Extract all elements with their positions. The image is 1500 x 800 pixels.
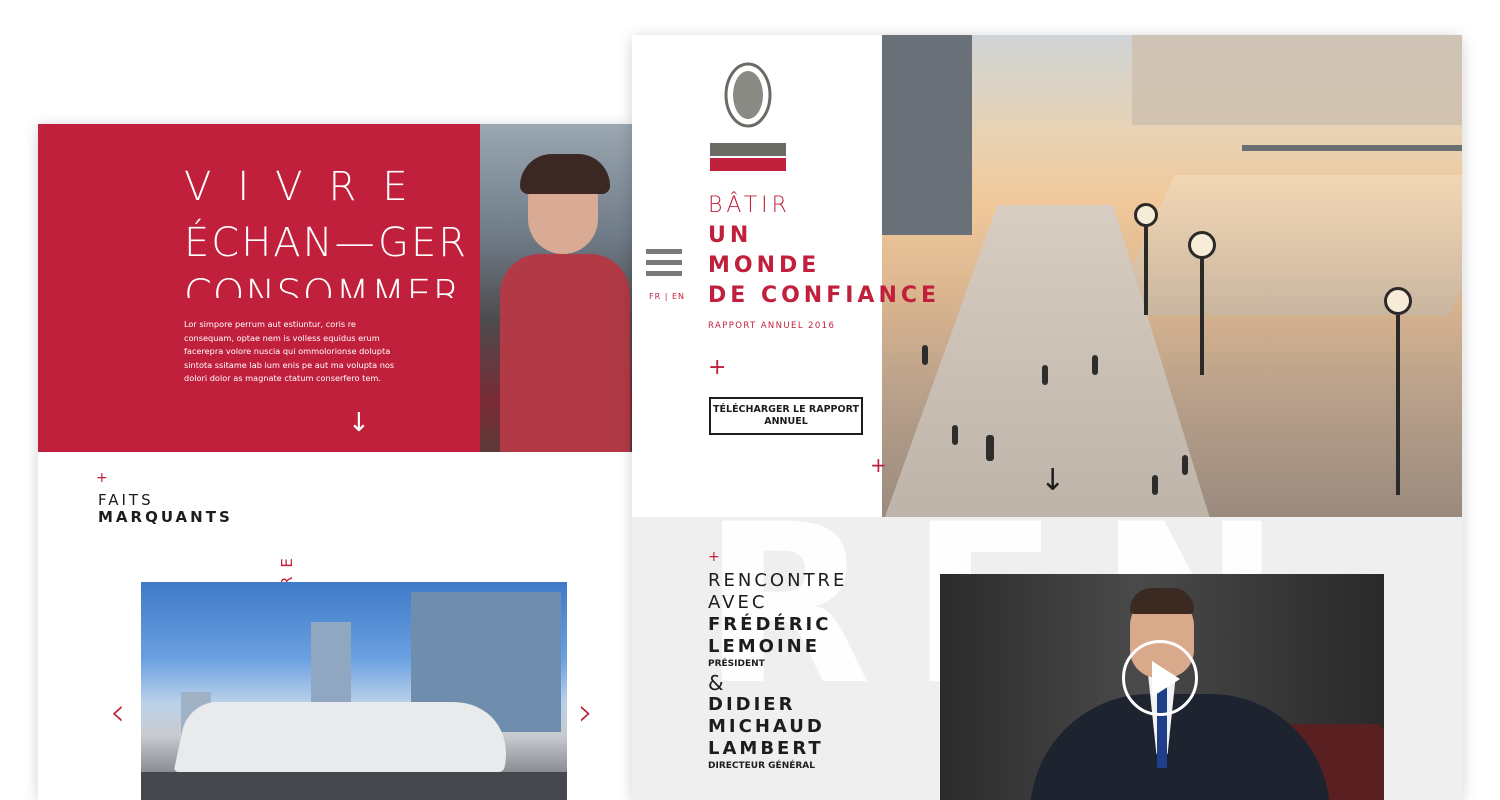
person2-middle-name: MICHAUD <box>708 716 825 737</box>
hero-woman-photo <box>480 124 632 452</box>
ampersand: & <box>708 671 724 695</box>
hero-word-echanger: ÉCHAN—GER <box>184 220 469 266</box>
download-report-button[interactable]: TÉLÉCHARGER LE RAPPORT ANNUEL <box>709 397 863 435</box>
headline-light: BÂTIR <box>708 193 791 218</box>
hero-body-text: Lor simpore perrum aut estiuntur, coris … <box>184 319 395 383</box>
language-switcher[interactable]: FR | EN <box>649 292 685 301</box>
person2-role: DIRECTEUR GÉNÉRAL <box>708 761 816 771</box>
left-page-mockup: VIVRE ÉCHAN—GER CONSOMMER Lor simpore pe… <box>38 124 632 800</box>
plus-icon: + <box>708 355 727 380</box>
meeting-title-line1: RENCONTRE <box>708 570 848 591</box>
play-video-icon[interactable] <box>1122 640 1198 716</box>
meeting-title-line2: AVEC <box>708 592 768 613</box>
section-title-light: FAITS <box>98 491 154 509</box>
scroll-down-arrow-icon[interactable]: ↓ <box>1040 463 1065 498</box>
person1-last-name: LEMOINE <box>708 636 821 657</box>
bureau-veritas-logo[interactable] <box>708 55 788 173</box>
carousel-building-image <box>141 582 567 800</box>
right-page-mockup: FR | EN BÂTIR UN MONDE DE CONFIANCE RAPP… <box>632 35 1462 800</box>
menu-hamburger-icon[interactable] <box>646 249 682 282</box>
report-subtitle: RAPPORT ANNUEL 2016 <box>708 321 836 331</box>
person2-first-name: DIDIER <box>708 694 796 715</box>
headline-bold-2: MONDE <box>708 253 821 278</box>
section-title-bold: MARQUANTS <box>98 508 233 526</box>
plus-icon-secondary: + <box>870 453 887 477</box>
carousel-next-arrow-icon[interactable]: › <box>578 690 593 734</box>
hero-riverside-photo <box>882 35 1462 517</box>
headline-bold-3: DE CONFIANCE <box>708 283 941 308</box>
interview-video-thumbnail[interactable] <box>940 574 1384 800</box>
person1-first-name: FRÉDÉRIC <box>708 614 832 635</box>
person2-last-name: LAMBERT <box>708 738 824 759</box>
hero-panel: VIVRE ÉCHAN—GER CONSOMMER Lor simpore pe… <box>38 124 480 452</box>
carousel-prev-arrow-icon[interactable]: ‹ <box>110 690 125 734</box>
section-plus-icon: + <box>96 470 108 486</box>
scroll-down-arrow-icon[interactable]: ↓ <box>348 408 370 438</box>
headline-bold-1: UN <box>708 223 753 248</box>
meeting-plus-icon: + <box>708 549 720 565</box>
hero-word-vivre: VIVRE <box>184 164 434 210</box>
person1-role: PRÉSIDENT <box>708 659 765 669</box>
hero-word-consommer: CONSOMMER <box>184 272 462 298</box>
